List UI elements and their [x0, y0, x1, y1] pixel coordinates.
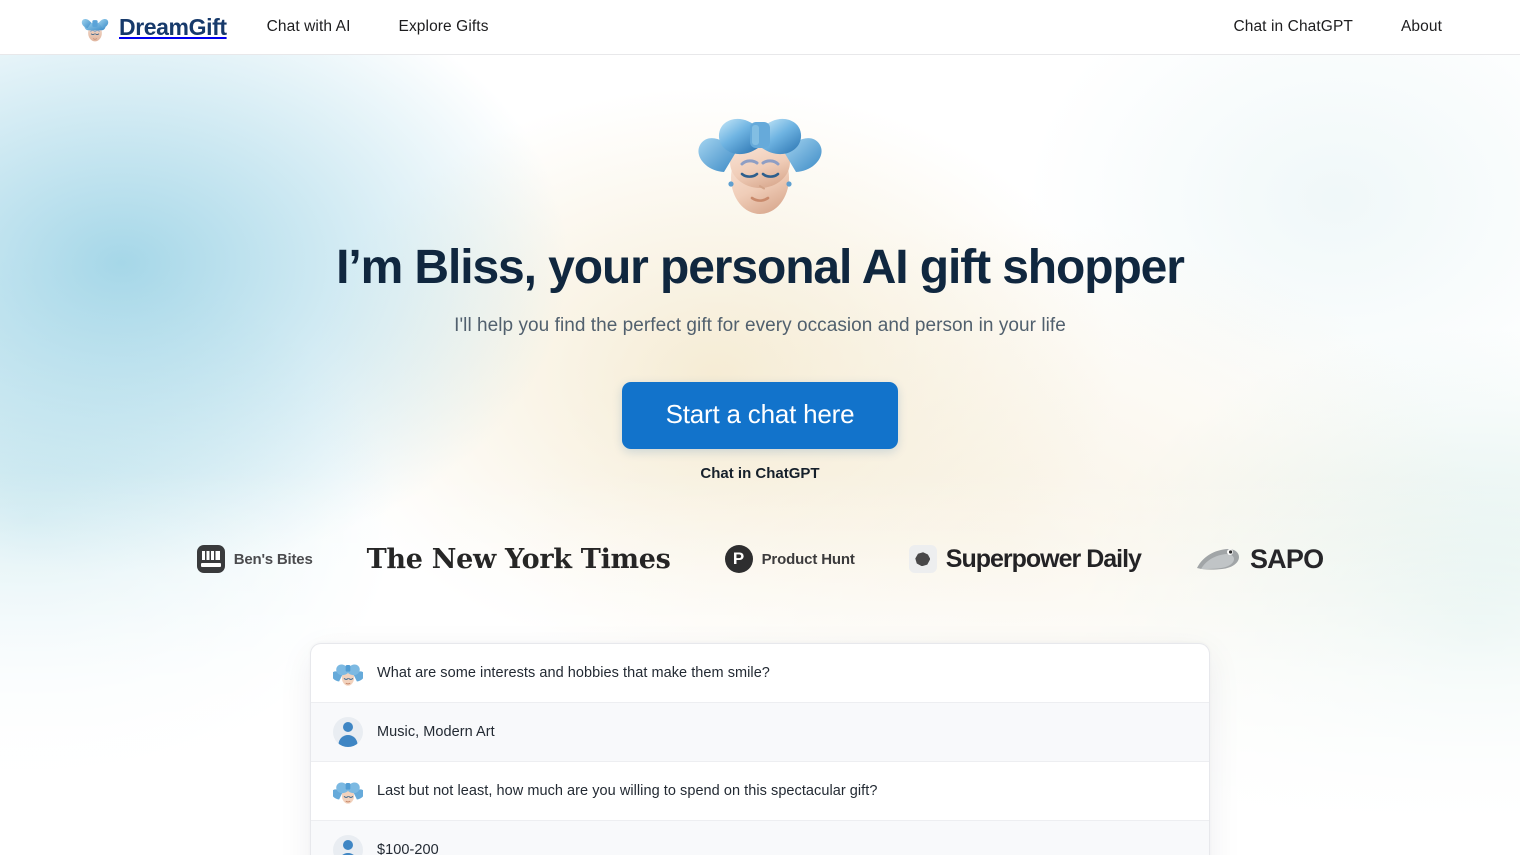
chat-message-row: Music, Modern Art	[311, 702, 1209, 762]
hero-section: I’m Bliss, your personal AI gift shopper…	[0, 55, 1520, 855]
bliss-avatar-icon	[78, 10, 112, 44]
nav-about[interactable]: About	[1401, 18, 1442, 36]
bliss-avatar-icon	[331, 776, 365, 806]
brand-name: DreamGift	[119, 13, 227, 40]
press-label: Superpower Daily	[945, 544, 1142, 573]
start-a-chat-button[interactable]: Start a chat here	[621, 381, 899, 449]
chat-message-text: $100-200	[377, 841, 439, 855]
chat-message-row: $100-200	[311, 820, 1209, 855]
nav-explore-gifts[interactable]: Explore Gifts	[399, 18, 489, 36]
bliss-avatar-icon	[696, 100, 824, 218]
brand-logo-link[interactable]: DreamGift	[78, 10, 227, 44]
press-logo-sapo[interactable]: SAPO	[1195, 543, 1324, 575]
bliss-avatar-icon	[331, 658, 365, 688]
nav-chat-in-chatgpt[interactable]: Chat in ChatGPT	[1233, 18, 1353, 36]
chat-in-chatgpt-link[interactable]: Chat in ChatGPT	[0, 465, 1520, 482]
press-label: The New York Times	[366, 543, 671, 575]
sapo-frog-icon	[1195, 544, 1241, 574]
nav-chat-with-ai[interactable]: Chat with AI	[267, 18, 351, 36]
top-navigation-bar: DreamGift Chat with AI Explore Gifts Cha…	[0, 0, 1520, 55]
press-logo-bens-bites[interactable]: Ben's Bites	[196, 545, 313, 574]
chat-message-text: Last but not least, how much are you wil…	[377, 782, 878, 799]
chat-message-row: What are some interests and hobbies that…	[311, 644, 1209, 703]
cta-group: Start a chat here Chat in ChatGPT	[0, 381, 1520, 482]
page-title: I’m Bliss, your personal AI gift shopper	[336, 241, 1185, 294]
press-logo-product-hunt[interactable]: P Product Hunt	[724, 545, 855, 574]
secondary-nav: Chat in ChatGPT About	[1233, 18, 1442, 36]
press-label: Ben's Bites	[233, 550, 313, 568]
primary-nav: Chat with AI Explore Gifts	[267, 18, 489, 36]
product-hunt-icon: P	[724, 545, 753, 574]
press-label: SAPO	[1249, 543, 1324, 574]
chat-preview-card: What are some interests and hobbies that…	[310, 642, 1210, 855]
user-avatar-icon	[333, 834, 363, 855]
press-label: Product Hunt	[761, 550, 855, 568]
chat-message-text: What are some interests and hobbies that…	[377, 664, 770, 681]
press-logo-strip: Ben's Bites The New York Times P Product…	[0, 544, 1520, 575]
hero-subtitle: I'll help you find the perfect gift for …	[454, 314, 1066, 336]
chat-message-text: Music, Modern Art	[377, 723, 495, 740]
superpower-daily-icon	[908, 545, 937, 574]
press-logo-superpower-daily[interactable]: Superpower Daily	[908, 544, 1142, 574]
chat-message-row: Last but not least, how much are you wil…	[311, 762, 1209, 821]
bens-bites-icon	[196, 545, 225, 574]
user-avatar-icon	[333, 716, 363, 747]
press-logo-nyt[interactable]: The New York Times	[367, 544, 671, 575]
